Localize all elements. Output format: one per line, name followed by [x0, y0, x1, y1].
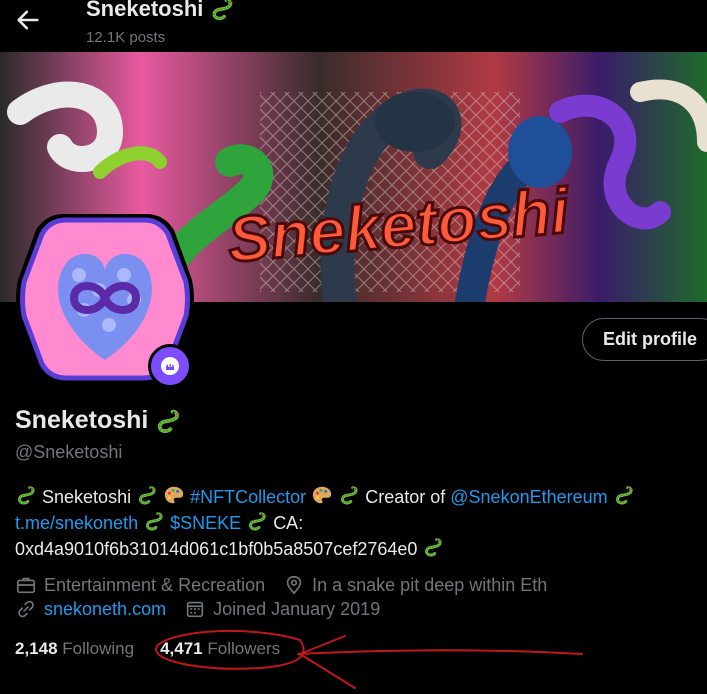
telegram-link[interactable]: t.me/snekoneth — [15, 513, 138, 533]
snake-emoji-icon — [136, 484, 158, 506]
edit-profile-button[interactable]: Edit profile — [582, 318, 707, 361]
location-item: In a snake pit deep within Eth — [283, 574, 547, 596]
snake-emoji-icon — [422, 536, 444, 558]
snake-emoji-icon — [209, 0, 235, 22]
bio-text: Sneketoshi — [42, 487, 132, 507]
snake-emoji-icon — [246, 510, 268, 532]
location-text: In a snake pit deep within Eth — [312, 574, 548, 595]
header-title: Sneketoshi — [86, 0, 235, 22]
profile-bio: Sneketoshi #NFTCollector Creator of @Sne… — [15, 484, 695, 562]
palette-emoji-icon — [311, 484, 333, 506]
category-text: Entertainment & Recreation — [44, 574, 266, 595]
snake-emoji-icon — [143, 510, 165, 532]
following-label: Following — [62, 639, 135, 658]
briefcase-icon — [16, 577, 36, 594]
snake-emoji-icon — [15, 484, 37, 506]
bio-line-3: 0xd4a9010f6b31014d061c1bf0b5a8507cef2764… — [15, 536, 695, 562]
profile-name-text: Sneketoshi — [15, 406, 149, 434]
palette-emoji-icon — [163, 484, 185, 506]
followers-count: 4,471 — [160, 639, 203, 658]
profile-handle: @Sneketoshi — [15, 442, 123, 462]
link-icon — [18, 600, 34, 618]
joined-item: Joined January 2019 — [184, 598, 380, 620]
bio-line-1: Sneketoshi #NFTCollector Creator of @Sne… — [15, 484, 695, 510]
bio-text: CA: — [273, 513, 304, 533]
following-count: 2,148 — [15, 639, 58, 658]
cashtag-link[interactable]: $SNEKE — [170, 513, 241, 533]
website-link[interactable]: snekoneth.com — [44, 599, 166, 620]
location-pin-icon — [286, 575, 302, 595]
profile-meta-row: snekoneth.com Joined January 2019 — [15, 598, 398, 620]
snake-emoji-icon — [338, 484, 360, 506]
top-bar: Sneketoshi 12.1K posts — [0, 0, 707, 52]
snake-emoji-icon — [613, 484, 635, 506]
bio-line-2: t.me/snekoneth $SNEKE CA: — [15, 510, 695, 536]
category-item: Entertainment & Recreation — [15, 574, 265, 596]
profile-name: Sneketoshi — [15, 406, 182, 435]
snake-emoji-icon — [154, 407, 182, 435]
back-button[interactable] — [14, 6, 42, 34]
profile-meta-row: Entertainment & Recreation In a snake pi… — [15, 574, 565, 596]
posts-count: 12.1K posts — [86, 29, 166, 46]
website-item: snekoneth.com — [15, 598, 166, 620]
followers-link[interactable]: 4,471 Followers — [160, 639, 280, 659]
following-link[interactable]: 2,148 Following — [15, 639, 134, 659]
contract-address: 0xd4a9010f6b31014d061c1bf0b5a8507cef2764… — [15, 539, 418, 559]
badge-icon — [148, 344, 192, 388]
mention-link[interactable]: @SnekonEthereum — [450, 487, 607, 507]
follow-stats: 2,148 Following 4,471 Followers — [15, 639, 280, 659]
bio-text: Creator of — [365, 487, 446, 507]
calendar-icon — [186, 601, 204, 618]
joined-text: Joined January 2019 — [213, 598, 381, 619]
followers-label: Followers — [207, 639, 281, 658]
header-title-text: Sneketoshi — [86, 0, 204, 21]
hashtag-link[interactable]: #NFTCollector — [190, 487, 306, 507]
arrow-left-icon — [17, 10, 39, 30]
